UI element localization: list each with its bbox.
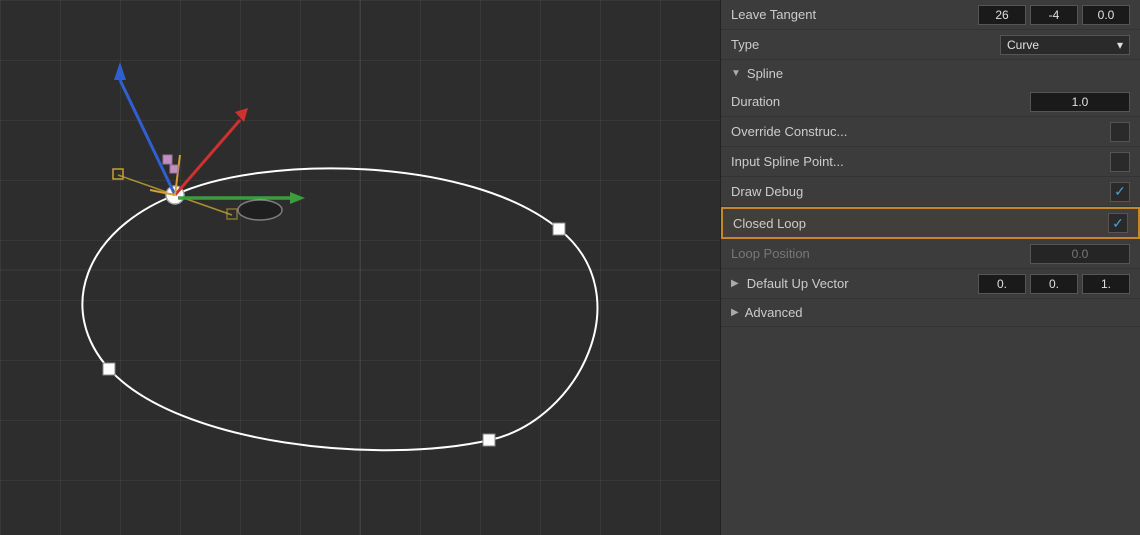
leave-tangent-values xyxy=(978,5,1130,25)
duration-row: Duration xyxy=(721,87,1140,117)
leave-tangent-label: Leave Tangent xyxy=(731,7,970,22)
leave-tangent-x[interactable] xyxy=(978,5,1026,25)
leave-tangent-z[interactable] xyxy=(1082,5,1130,25)
advanced-row[interactable]: ▶ Advanced xyxy=(721,299,1140,327)
default-up-x[interactable] xyxy=(978,274,1026,294)
loop-position-input[interactable] xyxy=(1030,244,1130,264)
closed-loop-check-icon: ✓ xyxy=(1112,215,1124,232)
closed-loop-checkbox[interactable]: ✓ xyxy=(1108,213,1128,233)
draw-debug-checkbox[interactable]: ✓ xyxy=(1110,182,1130,202)
override-construct-row: Override Construc... xyxy=(721,117,1140,147)
override-construct-label: Override Construc... xyxy=(731,124,1102,139)
default-up-y[interactable] xyxy=(1030,274,1078,294)
draw-debug-row: Draw Debug ✓ xyxy=(721,177,1140,207)
advanced-label: Advanced xyxy=(745,305,803,320)
duration-input[interactable] xyxy=(1030,92,1130,112)
draw-debug-check-icon: ✓ xyxy=(1114,183,1126,200)
default-up-values xyxy=(978,274,1130,294)
loop-position-row: Loop Position xyxy=(721,239,1140,269)
input-spline-label: Input Spline Point... xyxy=(731,154,1102,169)
advanced-arrow-icon: ▶ xyxy=(731,307,739,318)
type-row: Type Curve ▾ xyxy=(721,30,1140,60)
spline-arrow-icon: ▼ xyxy=(731,68,741,79)
default-up-z[interactable] xyxy=(1082,274,1130,294)
default-up-label: Default Up Vector xyxy=(747,276,970,291)
type-label: Type xyxy=(731,37,992,52)
type-select[interactable]: Curve ▾ xyxy=(1000,35,1130,55)
override-construct-checkbox[interactable] xyxy=(1110,122,1130,142)
leave-tangent-y[interactable] xyxy=(1030,5,1078,25)
closed-loop-label: Closed Loop xyxy=(733,216,1100,231)
input-spline-checkbox[interactable] xyxy=(1110,152,1130,172)
spline-section-header[interactable]: ▼ Spline xyxy=(721,60,1140,87)
type-dropdown-arrow: ▾ xyxy=(1117,38,1123,52)
type-value: Curve xyxy=(1007,38,1039,52)
default-up-arrow-icon: ▶ xyxy=(731,278,739,289)
loop-position-label: Loop Position xyxy=(731,246,1022,261)
draw-debug-label: Draw Debug xyxy=(731,184,1102,199)
default-up-vector-row: ▶ Default Up Vector xyxy=(721,269,1140,299)
viewport[interactable] xyxy=(0,0,720,535)
duration-label: Duration xyxy=(731,94,1022,109)
input-spline-point-row: Input Spline Point... xyxy=(721,147,1140,177)
spline-viewport xyxy=(0,0,720,535)
leave-tangent-row: Leave Tangent xyxy=(721,0,1140,30)
properties-panel: Leave Tangent Type Curve ▾ ▼ Spline Dura… xyxy=(720,0,1140,535)
closed-loop-row: Closed Loop ✓ xyxy=(721,207,1140,239)
spline-section-label: Spline xyxy=(747,66,783,81)
